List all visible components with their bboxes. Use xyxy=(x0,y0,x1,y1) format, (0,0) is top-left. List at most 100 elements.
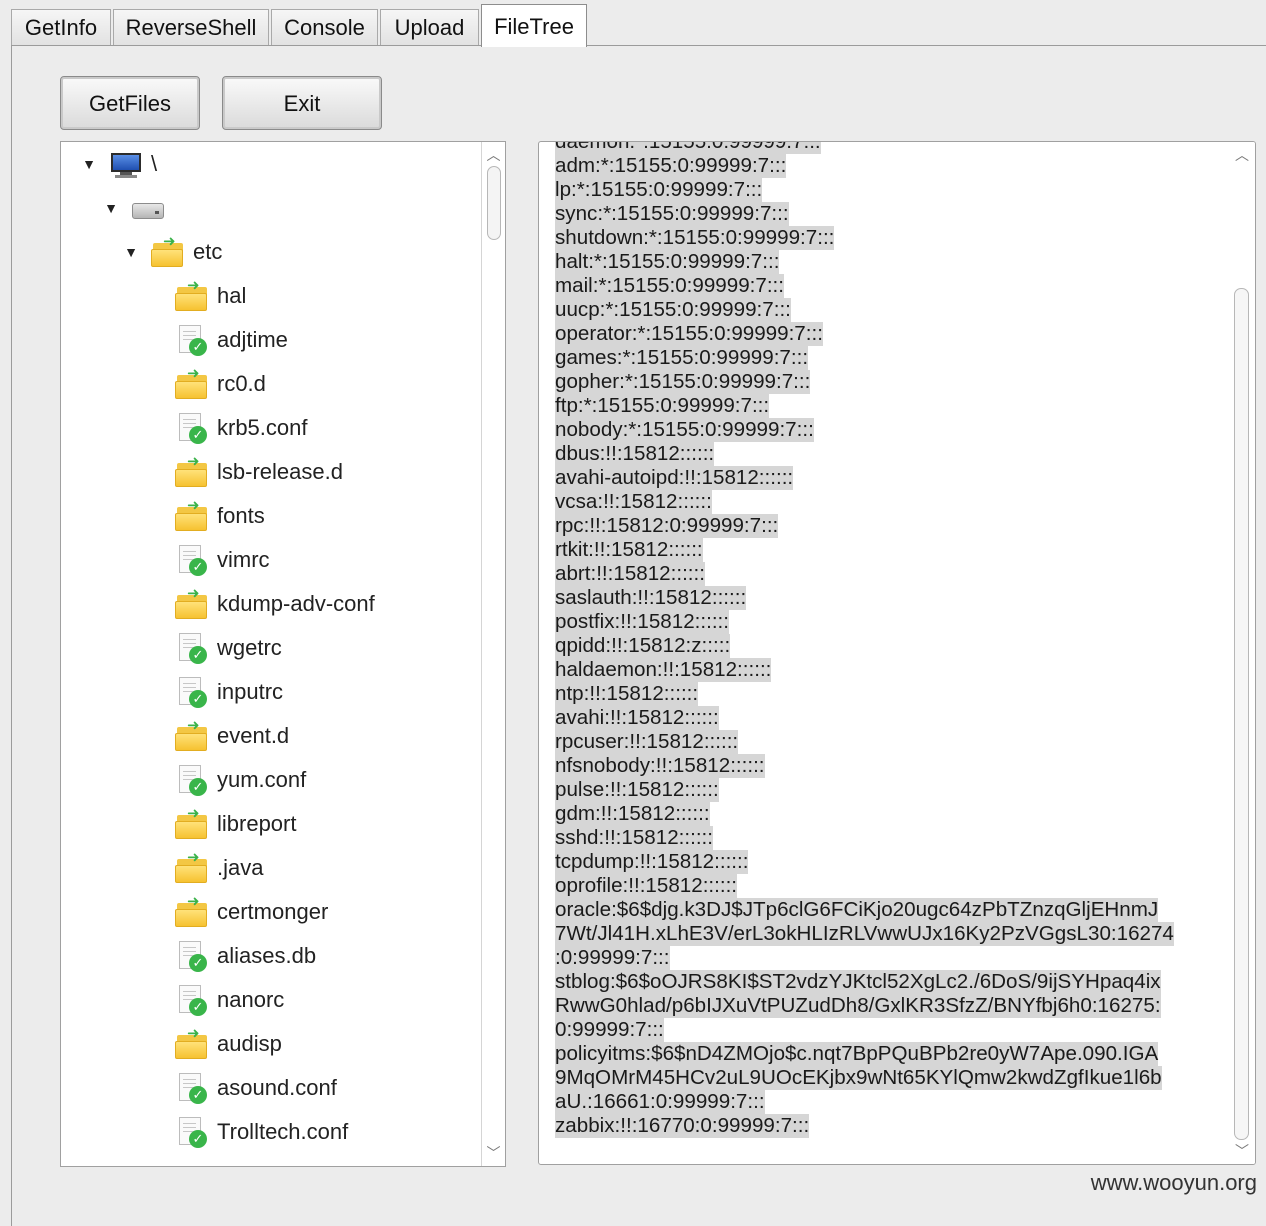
tree-node-item[interactable]: ✓ asound.conf xyxy=(175,1068,337,1108)
content-line: nobody:*:15155:0:99999:7::: xyxy=(555,418,814,442)
tree-node-item[interactable]: ➜ event.d xyxy=(175,716,289,756)
content-line: avahi-autoipd:!!:15812:::::: xyxy=(555,466,794,490)
folder-icon: ➜ xyxy=(175,718,209,753)
tree-scrollbar[interactable]: ︿ ﹀ xyxy=(481,142,505,1166)
content-line: abrt:!!:15812:::::: xyxy=(555,562,705,586)
tree-node-label: asound.conf xyxy=(217,1075,337,1100)
content-line: rpc:!!:15812:0:99999:7::: xyxy=(555,514,779,538)
tree-node-item[interactable]: ✓ inputrc xyxy=(175,672,283,712)
tree-node-item[interactable]: ✓ nanorc xyxy=(175,980,284,1020)
content-line: nfsnobody:!!:15812:::::: xyxy=(555,754,765,778)
tab-filetree[interactable]: FileTree xyxy=(481,4,587,47)
content-line: daemon:*:15155:0:99999:7::: xyxy=(555,142,821,154)
tree-node-item[interactable]: ✓ aliases.db xyxy=(175,936,316,976)
tree-node-item[interactable]: ➜ kdump-adv-conf xyxy=(175,584,375,624)
tree-node-etc[interactable]: ▼ ➜ etc xyxy=(123,232,222,272)
tree-node-root[interactable]: ▼ \ xyxy=(81,144,157,184)
scroll-down-icon[interactable]: ﹀ xyxy=(1229,1140,1255,1162)
tree-node-item[interactable]: ✓ yum.conf xyxy=(175,760,306,800)
content-line: avahi:!!:15812:::::: xyxy=(555,706,719,730)
drive-icon xyxy=(131,191,165,225)
tree-node-item[interactable]: ➜ fonts xyxy=(175,496,265,536)
tree-node-label: adjtime xyxy=(217,327,288,352)
tree-node-label: yum.conf xyxy=(217,767,307,792)
tree-node-item[interactable]: ➜ hal xyxy=(175,276,246,316)
content-line: rpcuser:!!:15812:::::: xyxy=(555,730,739,754)
tree-node-item[interactable]: ➜ lsb-release.d xyxy=(175,452,343,492)
scroll-up-icon[interactable]: ︿ xyxy=(482,144,505,166)
content-line: :0:99999:7::: xyxy=(555,946,670,970)
content-line: games:*:15155:0:99999:7::: xyxy=(555,346,809,370)
tab-getinfo[interactable]: GetInfo xyxy=(11,9,111,45)
tree-node-label: nanorc xyxy=(217,987,285,1012)
file-icon: ✓ xyxy=(175,939,209,973)
content-line: tcpdump:!!:15812:::::: xyxy=(555,850,749,874)
scroll-thumb[interactable] xyxy=(487,166,501,240)
tab-upload[interactable]: Upload xyxy=(380,9,479,45)
tab-bar: GetInfo ReverseShell Console Upload File… xyxy=(0,0,1266,47)
file-tree[interactable]: ▼ \ ▼ ▼ ➜ etc ➜ hal ✓ adjtime ➜ rc0.d ✓ krb5.co… xyxy=(60,141,506,1167)
content-line: oracle:$6$djg.k3DJ$JTp6clG6FCiKjo20ugc64… xyxy=(555,898,1159,922)
tree-node-label: aliases.db xyxy=(217,943,317,968)
tree-node-label: inputrc xyxy=(217,679,284,704)
scroll-up-icon[interactable]: ︿ xyxy=(1229,144,1255,166)
tab-console[interactable]: Console xyxy=(271,9,378,45)
content-line: RwwG0hlad/p6bIJXuVtPUZudDh8/GxlKR3SfzZ/B… xyxy=(555,994,1161,1018)
content-line: 0:99999:7::: xyxy=(555,1018,664,1042)
file-icon: ✓ xyxy=(175,543,209,577)
tree-node-label: \ xyxy=(151,151,158,176)
scroll-down-icon[interactable]: ﹀ xyxy=(482,1142,505,1164)
content-scrollbar[interactable]: ︿ ﹀ xyxy=(1229,142,1255,1164)
content-line: 7Wt/Jl41H.xLhE3V/erL3okHLIzRLVwwUJx16Ky2… xyxy=(555,922,1174,946)
file-content-text: daemon:*:15155:0:99999:7::: adm:*:15155:0… xyxy=(555,142,1225,1138)
content-line: shutdown:*:15155:0:99999:7::: xyxy=(555,226,835,250)
content-line: rtkit:!!:15812:::::: xyxy=(555,538,703,562)
scroll-thumb[interactable] xyxy=(1234,288,1249,1140)
tree-node-label: audisp xyxy=(217,1031,282,1056)
content-line: mail:*:15155:0:99999:7::: xyxy=(555,274,784,298)
tree-node-label: event.d xyxy=(217,723,290,748)
folder-icon: ➜ xyxy=(175,806,209,841)
file-content-view[interactable]: daemon:*:15155:0:99999:7::: adm:*:15155:0… xyxy=(538,141,1256,1165)
tree-node-item[interactable]: ➜ certmonger xyxy=(175,892,328,932)
tree-node-item[interactable]: ✓ vimrc xyxy=(175,540,270,580)
tree-node-item[interactable]: ✓ adjtime xyxy=(175,320,288,360)
tree-node-item[interactable]: ➜ rc0.d xyxy=(175,364,266,404)
file-icon: ✓ xyxy=(175,763,209,797)
expand-arrow-icon[interactable]: ▼ xyxy=(123,244,139,260)
expand-arrow-icon[interactable]: ▼ xyxy=(103,200,119,216)
tree-node-label: fonts xyxy=(217,503,265,528)
folder-icon: ➜ xyxy=(175,278,209,313)
getfiles-button[interactable]: GetFiles xyxy=(60,76,200,130)
tree-node-item[interactable]: ✓ krb5.conf xyxy=(175,408,308,448)
content-line: operator:*:15155:0:99999:7::: xyxy=(555,322,823,346)
computer-icon xyxy=(109,147,143,181)
tree-node-item[interactable]: ➜ libreport xyxy=(175,804,296,844)
content-line: halt:*:15155:0:99999:7::: xyxy=(555,250,780,274)
file-icon: ✓ xyxy=(175,1115,209,1149)
file-icon: ✓ xyxy=(175,1071,209,1105)
tree-node-item[interactable]: ➜ .java xyxy=(175,848,263,888)
tree-node-item[interactable]: ✓ wgetrc xyxy=(175,628,282,668)
content-line: stblog:$6$oOJRS8KI$ST2vdzYJKtcl52XgLc2./… xyxy=(555,970,1161,994)
tree-node-label: krb5.conf xyxy=(217,415,308,440)
tree-node-label: Trolltech.conf xyxy=(217,1119,349,1144)
folder-icon: ➜ xyxy=(175,454,209,489)
tab-reverseshell[interactable]: ReverseShell xyxy=(113,9,269,45)
expand-arrow-icon[interactable]: ▼ xyxy=(81,156,97,172)
tree-node-item[interactable]: ➜ audisp xyxy=(175,1024,282,1064)
folder-icon: ➜ xyxy=(175,894,209,929)
content-line: haldaemon:!!:15812:::::: xyxy=(555,658,772,682)
content-line: lp:*:15155:0:99999:7::: xyxy=(555,178,763,202)
folder-icon: ➜ xyxy=(175,850,209,885)
exit-button[interactable]: Exit xyxy=(222,76,382,130)
folder-icon: ➜ xyxy=(151,234,185,269)
tree-node-label: libreport xyxy=(217,811,297,836)
tree-node-drive[interactable]: ▼ xyxy=(103,188,165,228)
folder-icon: ➜ xyxy=(175,586,209,621)
content-line: dbus:!!:15812:::::: xyxy=(555,442,715,466)
content-line: sshd:!!:15812:::::: xyxy=(555,826,713,850)
content-line: policyitms:$6$nD4ZMOjo$c.nqt7BpPQuBPb2re… xyxy=(555,1042,1159,1066)
tree-node-label: certmonger xyxy=(217,899,329,924)
tree-node-item[interactable]: ✓ Trolltech.conf xyxy=(175,1112,348,1152)
